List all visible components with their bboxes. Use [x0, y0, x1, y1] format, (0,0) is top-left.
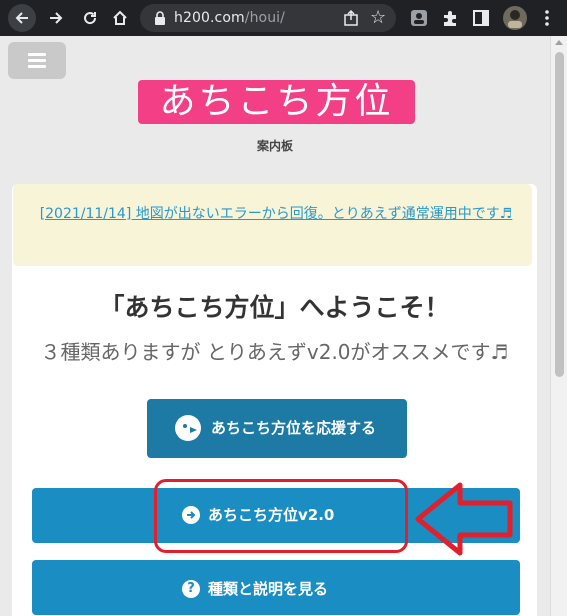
page-scrollbar[interactable]: [550, 36, 567, 616]
star-icon[interactable]: ☆: [370, 7, 386, 28]
annotation-highlight-box: [154, 479, 408, 553]
reload-icon: [84, 12, 97, 25]
scrollbar-thumb[interactable]: [555, 52, 564, 377]
scroll-up-icon[interactable]: [555, 40, 563, 45]
profile-avatar[interactable]: [503, 6, 527, 30]
logo-text: あちこち方位: [159, 81, 394, 122]
bird-icon: [175, 415, 201, 441]
reload-button[interactable]: [76, 4, 104, 32]
types-button[interactable]: ? 種類と説明を見る: [32, 560, 520, 615]
sidebar-icon[interactable]: [472, 9, 490, 27]
site-logo[interactable]: あちこち方位: [138, 80, 415, 124]
url-domain: h200.com: [174, 10, 245, 26]
notice-link[interactable]: [2021/11/14] 地図が出ないエラーから回復。とりあえず通常運用中です♬: [29, 203, 523, 225]
menu-icon-bar-top: [28, 53, 46, 56]
browser-toolbar: h200.com/houi/ ☆: [0, 0, 567, 36]
types-button-label: 種類と説明を見る: [208, 580, 329, 598]
welcome-heading: 「あちこち方位」へようこそ！: [99, 293, 450, 322]
more-icon[interactable]: [538, 9, 556, 27]
question-circle-icon: ?: [182, 579, 200, 598]
home-icon: [113, 10, 127, 25]
menu-icon-bar-middle: [28, 59, 46, 62]
hamburger-menu-button[interactable]: [8, 42, 66, 79]
puzzle-icon[interactable]: [441, 9, 459, 27]
url-path: /houi/: [244, 10, 285, 26]
lock-icon[interactable]: [152, 10, 168, 26]
back-button[interactable]: [8, 4, 36, 32]
url-text[interactable]: h200.com/houi/: [174, 10, 285, 26]
forward-icon: [50, 12, 63, 24]
notice-box: [2021/11/14] 地図が出ないエラーから回復。とりあえず通常運用中です♬: [13, 184, 532, 266]
extension-icon[interactable]: [410, 9, 428, 27]
share-icon[interactable]: [342, 9, 360, 27]
page-subtitle: 案内板: [256, 139, 293, 153]
description-text: ３種類ありますが とりあえずv2.0がオススメです♬: [40, 340, 509, 364]
back-icon: [15, 12, 28, 24]
address-bar[interactable]: h200.com/houi/ ☆: [140, 4, 396, 32]
support-button[interactable]: あちこち方位を応援する: [147, 399, 407, 458]
home-button[interactable]: [106, 4, 134, 32]
menu-icon-bar-bottom: [28, 65, 46, 68]
support-button-label: あちこち方位を応援する: [211, 419, 377, 437]
forward-button[interactable]: [42, 4, 70, 32]
annotation-arrow-left-icon: [415, 482, 513, 556]
